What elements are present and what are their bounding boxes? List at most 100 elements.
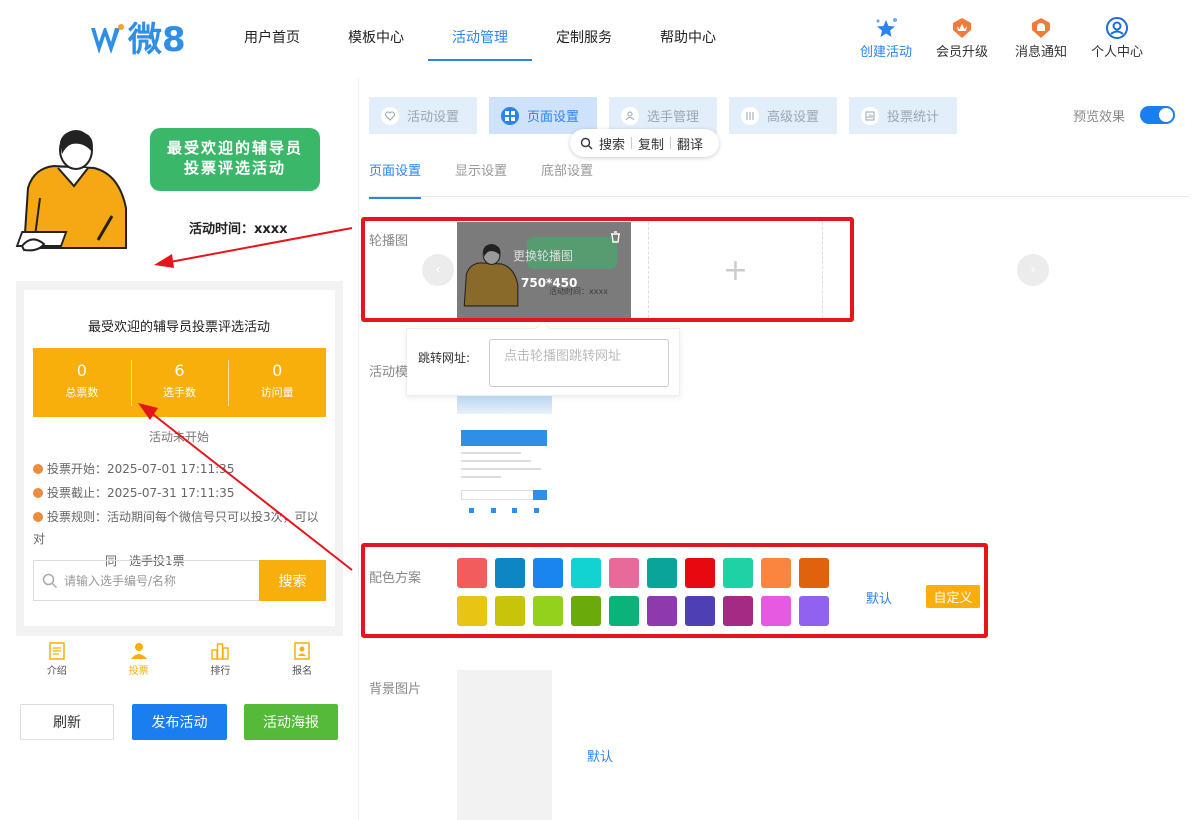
color-swatch[interactable] <box>647 558 677 588</box>
nav-activity-management[interactable]: 活动管理 <box>428 0 532 61</box>
ctx-copy[interactable]: 复制 <box>632 134 670 153</box>
jump-url-label: 跳转网址: <box>418 351 471 365</box>
ctx-translate[interactable]: 翻译 <box>671 134 709 153</box>
color-swatch[interactable] <box>799 558 829 588</box>
vote-rule-text: 投票规则：活动期间每个微信号只可以投3次，可以对 <box>33 510 319 546</box>
tab-label: 选手管理 <box>647 110 700 125</box>
logo[interactable]: 微8 <box>90 20 186 60</box>
panel-divider <box>358 78 359 820</box>
tab-label: 报名 <box>292 666 313 677</box>
nav-user-home[interactable]: 用户首页 <box>220 0 324 78</box>
slide-illustration <box>463 243 519 307</box>
color-swatch[interactable] <box>457 558 487 588</box>
stat-label: 访问量 <box>260 386 294 399</box>
tab-vote-statistics[interactable]: 投票统计 <box>849 97 957 134</box>
main-nav: 用户首页 模板中心 活动管理 定制服务 帮助中心 <box>220 0 740 78</box>
notifications-link[interactable]: 消息通知 <box>1015 16 1067 60</box>
create-activity-link[interactable]: 创建活动 <box>860 16 912 60</box>
carousel-label: 轮播图 <box>369 234 409 249</box>
carousel-slide[interactable]: 更换轮播图 750*450 活动时间：xxxx <box>457 222 631 318</box>
ctx-search[interactable]: 搜索 <box>593 134 631 153</box>
background-default-link[interactable]: 默认 <box>587 746 613 765</box>
background-image-label: 背景图片 <box>369 682 422 697</box>
tab-label: 页面设置 <box>527 110 580 125</box>
stat-value: 0 <box>76 361 87 380</box>
tab-label: 投票统计 <box>887 110 940 125</box>
jump-url-input[interactable]: 点击轮播图跳转网址 <box>489 339 669 387</box>
personal-center-link[interactable]: 个人中心 <box>1091 16 1143 60</box>
color-swatch[interactable] <box>533 596 563 626</box>
subtab-footer-settings[interactable]: 底部设置 <box>541 160 593 199</box>
logo-text: 微8 <box>128 20 186 60</box>
chart-icon <box>861 106 879 125</box>
stat-label: 总票数 <box>65 386 99 399</box>
search-icon <box>42 573 58 588</box>
background-image-upload[interactable] <box>457 670 552 820</box>
tab-advanced-settings[interactable]: 高级设置 <box>729 97 837 134</box>
activity-poster-button[interactable]: 活动海报 <box>244 704 338 740</box>
subtab-display-settings[interactable]: 显示设置 <box>455 160 507 199</box>
color-swatch[interactable] <box>723 558 753 588</box>
member-upgrade-link[interactable]: 会员升级 <box>936 16 988 60</box>
signup-form-icon <box>261 640 343 662</box>
tab-ranking[interactable]: 排行 <box>180 636 262 680</box>
search-placeholder: 请输入选手编号/名称 <box>64 574 177 588</box>
carousel-prev-button[interactable]: ‹ <box>422 254 454 286</box>
top-header: 微8 用户首页 模板中心 活动管理 定制服务 帮助中心 创建活动 会员升级 消息… <box>0 0 1200 78</box>
carousel-next-button[interactable]: › <box>1017 254 1049 286</box>
chevron-left-icon: ‹ <box>435 262 441 278</box>
tab-intro[interactable]: 介绍 <box>16 636 98 680</box>
color-default-link[interactable]: 默认 <box>866 588 892 607</box>
tab-activity-settings[interactable]: 活动设置 <box>369 97 477 134</box>
color-swatch[interactable] <box>533 558 563 588</box>
color-scheme-label: 配色方案 <box>369 571 422 586</box>
contestant-search-input[interactable]: 请输入选手编号/名称 <box>33 560 259 601</box>
color-swatch[interactable] <box>723 596 753 626</box>
sliders-icon <box>741 106 759 125</box>
vote-end-text: 投票截止：2025-07-31 17:11:35 <box>47 486 235 500</box>
tab-vote[interactable]: 投票 <box>98 636 180 680</box>
stat-value: 6 <box>174 361 185 380</box>
color-swatch[interactable] <box>609 596 639 626</box>
color-swatch[interactable] <box>457 596 487 626</box>
search-button[interactable]: 搜索 <box>259 560 326 601</box>
nav-custom-service[interactable]: 定制服务 <box>532 0 636 78</box>
nav-help-center[interactable]: 帮助中心 <box>636 0 740 78</box>
thumb-stats <box>461 430 547 446</box>
thumb-line <box>461 460 531 462</box>
banner-title-badge: 最受欢迎的辅导员 投票评选活动 <box>150 128 320 191</box>
color-custom-button[interactable]: 自定义 <box>926 585 980 608</box>
subtab-page-settings[interactable]: 页面设置 <box>369 160 422 199</box>
vote-end-info: 投票截止：2025-07-31 17:11:35 <box>33 482 323 504</box>
crown-badge-icon <box>950 16 974 40</box>
color-swatch[interactable] <box>761 596 791 626</box>
color-swatch[interactable] <box>495 558 525 588</box>
personal-center-label: 个人中心 <box>1091 45 1144 60</box>
color-swatch[interactable] <box>609 558 639 588</box>
activity-time: 活动时间：xxxx <box>189 222 288 237</box>
color-swatch[interactable] <box>495 596 525 626</box>
create-activity-label: 创建活动 <box>860 45 913 60</box>
activity-status: 活动未开始 <box>148 430 209 444</box>
refresh-button[interactable]: 刷新 <box>20 704 114 740</box>
add-slide-button[interactable]: + <box>648 222 823 318</box>
jump-url-popover: 跳转网址: 点击轮播图跳转网址 <box>406 328 680 396</box>
color-swatch[interactable] <box>647 596 677 626</box>
grid-icon <box>501 106 519 125</box>
preview-toggle[interactable] <box>1140 106 1175 124</box>
color-swatch[interactable] <box>799 596 829 626</box>
tab-signup[interactable]: 报名 <box>261 636 343 680</box>
color-swatch[interactable] <box>571 596 601 626</box>
activity-title: 最受欢迎的辅导员投票评选活动 <box>87 320 270 335</box>
color-swatch[interactable] <box>571 558 601 588</box>
logo-w-icon <box>91 24 124 54</box>
template-thumbnail[interactable] <box>457 396 552 524</box>
color-swatch[interactable] <box>685 558 715 588</box>
trash-icon[interactable] <box>610 228 621 247</box>
nav-template-center[interactable]: 模板中心 <box>324 0 428 78</box>
color-swatch[interactable] <box>761 558 791 588</box>
user-circle-icon <box>1105 16 1129 40</box>
color-swatch[interactable] <box>685 596 715 626</box>
banner-title-line2: 投票评选活动 <box>183 159 286 177</box>
publish-activity-button[interactable]: 发布活动 <box>132 704 227 740</box>
